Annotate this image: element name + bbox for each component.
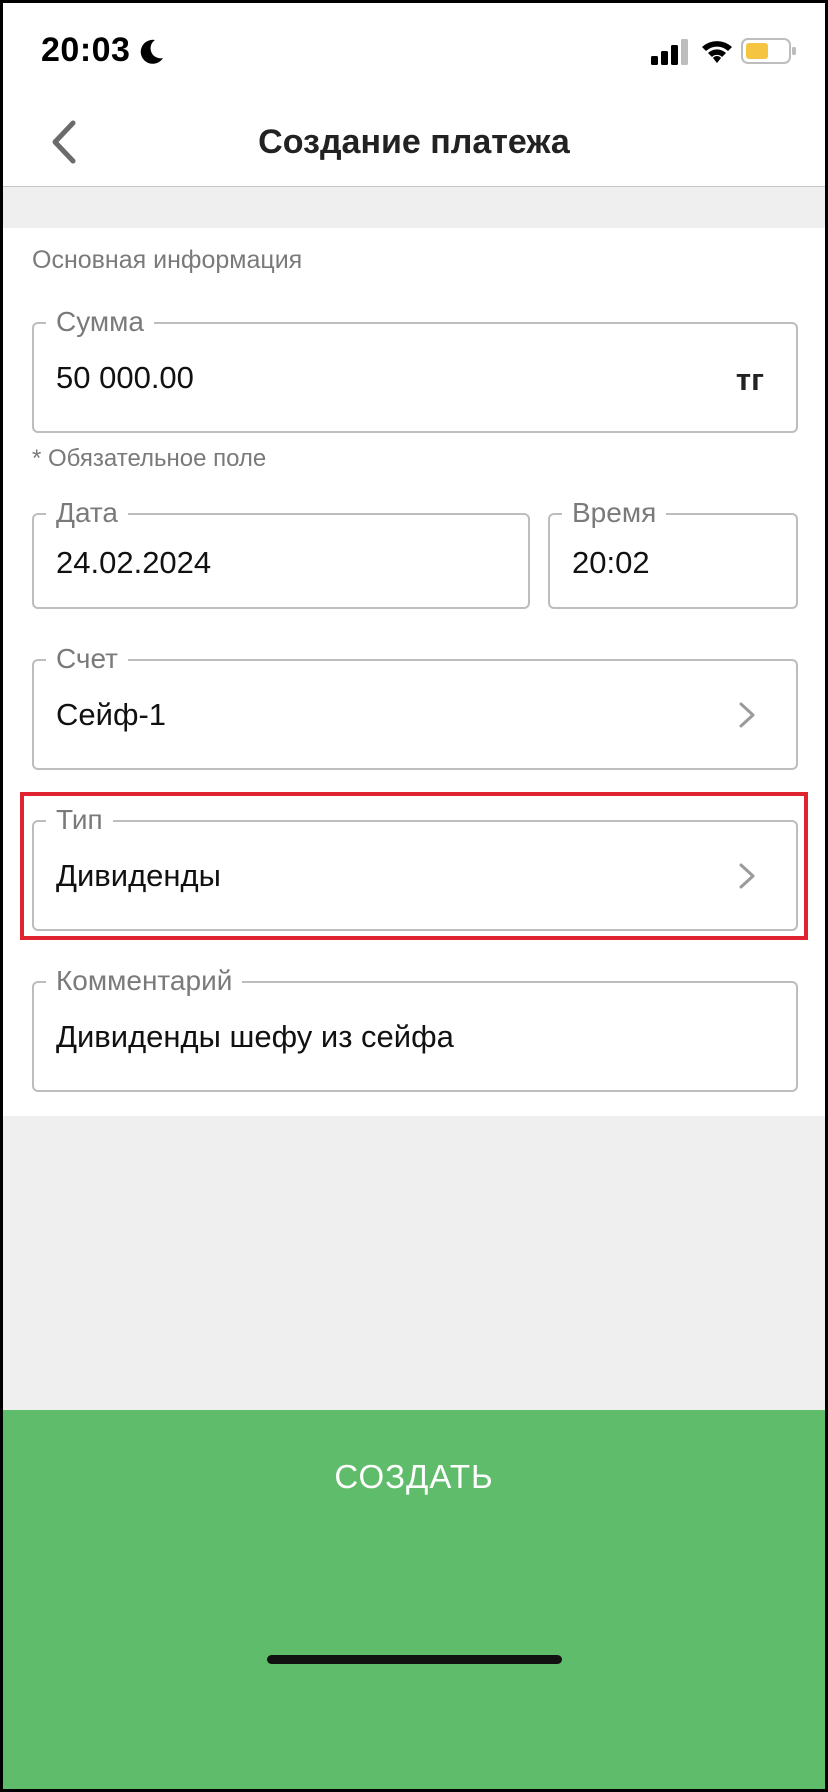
form-card: Основная информация Сумма 50 000.00 тг *… <box>3 228 825 1116</box>
amount-value[interactable]: 50 000.00 <box>56 360 194 396</box>
time-label: Время <box>562 493 667 533</box>
section-title: Основная информация <box>32 246 303 274</box>
battery-icon <box>741 38 796 64</box>
comment-value[interactable]: Дивиденды шефу из сейфа <box>56 1019 454 1055</box>
account-value: Сейф-1 <box>56 697 167 732</box>
status-time: 20:03 <box>41 31 131 69</box>
comment-label: Комментарий <box>46 961 243 1001</box>
time-value[interactable]: 20:02 <box>572 545 650 581</box>
time-field[interactable]: Время 20:02 <box>548 493 798 609</box>
account-field[interactable]: Счет Сейф-1 <box>32 639 798 770</box>
account-label: Счет <box>46 639 128 679</box>
type-field-highlight <box>20 792 808 940</box>
date-field[interactable]: Дата 24.02.2024 <box>32 493 530 609</box>
wifi-icon <box>702 41 732 63</box>
chevron-right-icon <box>739 702 755 728</box>
status-bar: 20:03 <box>3 3 825 99</box>
navigation-bar: Создание платежа <box>3 99 825 187</box>
app-screen: 20:03 Создание платежа Основная информац… <box>3 3 825 1789</box>
date-label: Дата <box>46 493 129 533</box>
currency-suffix: тг <box>735 362 764 397</box>
required-hint: * Обязательное поле <box>32 445 267 472</box>
moon-icon <box>140 39 163 64</box>
page-title: Создание платежа <box>258 123 570 161</box>
home-indicator <box>267 1655 562 1664</box>
amount-field[interactable]: Сумма 50 000.00 тг <box>32 302 798 433</box>
amount-label: Сумма <box>46 302 154 342</box>
create-button[interactable]: СОЗДАТЬ <box>3 1410 825 1789</box>
create-button-label: СОЗДАТЬ <box>334 1458 494 1495</box>
date-value[interactable]: 24.02.2024 <box>56 545 211 581</box>
signal-icon <box>651 39 688 65</box>
comment-field[interactable]: Комментарий Дивиденды шефу из сейфа <box>32 961 798 1092</box>
